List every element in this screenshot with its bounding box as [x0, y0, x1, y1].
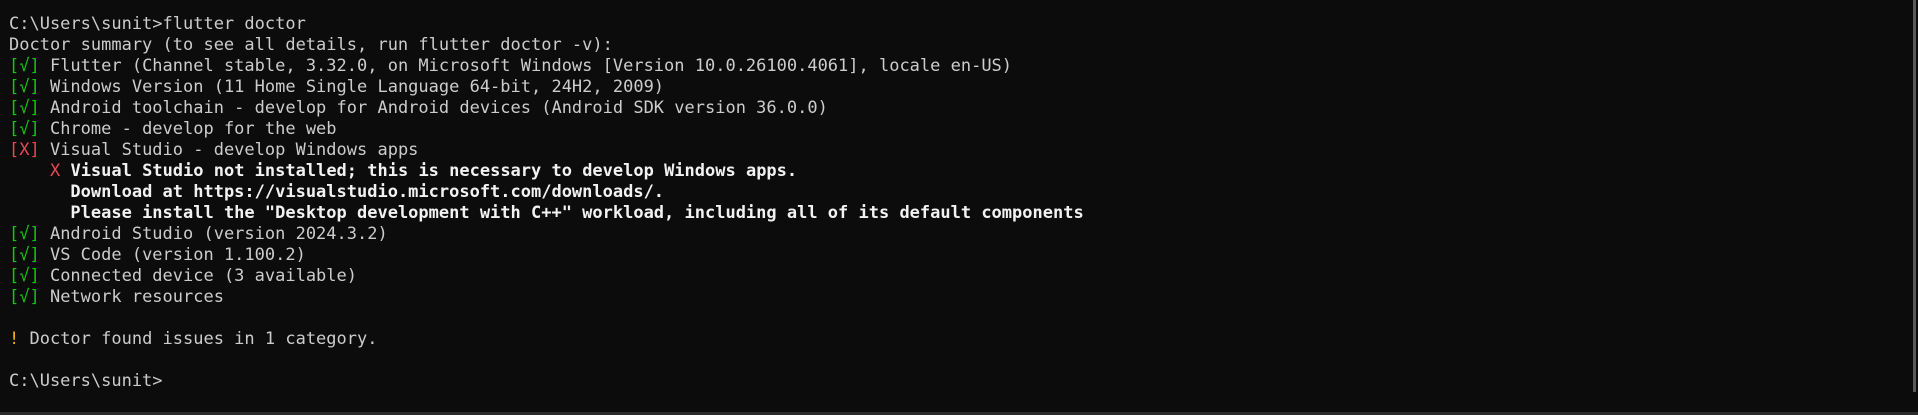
check-text: Connected device (3 available): [39, 266, 357, 286]
check-text: Flutter (Channel stable, 3.32.0, on Micr…: [39, 56, 1013, 76]
terminal-window[interactable]: C:\Users\sunit>flutter doctor Doctor sum…: [0, 0, 1918, 415]
check-text: VS Code (version 1.100.2): [39, 245, 306, 265]
check-text: Android Studio (version 2024.3.2): [39, 224, 388, 244]
check-text: Android toolchain - develop for Android …: [39, 98, 828, 118]
vs-detail-not-installed: X Visual Studio not installed; this is n…: [9, 161, 1918, 182]
check-windows-version: [√] Windows Version (11 Home Single Lang…: [9, 77, 1918, 98]
check-status-ok: [√]: [9, 266, 40, 286]
check-status-ok: [√]: [9, 224, 40, 244]
check-visual-studio: [X] Visual Studio - develop Windows apps: [9, 140, 1918, 161]
error-marker-icon: X: [49, 161, 61, 181]
check-vs-code: [√] VS Code (version 1.100.2): [9, 245, 1918, 266]
issues-text: Doctor found issues in 1 category.: [19, 329, 378, 349]
warning-icon: !: [9, 329, 20, 349]
check-flutter: [√] Flutter (Channel stable, 3.32.0, on …: [9, 56, 1918, 77]
check-text: Visual Studio - develop Windows apps: [39, 140, 419, 160]
check-status-ok: [√]: [9, 119, 40, 139]
command-line: C:\Users\sunit>flutter doctor: [9, 14, 306, 34]
vs-detail-download: Download at https://visualstudio.microso…: [9, 182, 1918, 203]
check-chrome: [√] Chrome - develop for the web: [9, 119, 1918, 140]
check-status-error: [X]: [9, 140, 40, 160]
vertical-scrollbar[interactable]: [1913, 0, 1916, 392]
check-text: Windows Version (11 Home Single Language…: [39, 77, 665, 97]
vs-not-installed-text: Visual Studio not installed; this is nec…: [70, 161, 798, 181]
check-status-ok: [√]: [9, 98, 40, 118]
vs-install-text: Please install the "Desktop development …: [70, 203, 1084, 223]
check-connected-device: [√] Connected device (3 available): [9, 266, 1918, 287]
check-android-studio: [√] Android Studio (version 2024.3.2): [9, 224, 1918, 245]
vs-detail-install: Please install the "Desktop development …: [9, 203, 1918, 224]
check-status-ok: [√]: [9, 287, 40, 307]
check-status-ok: [√]: [9, 56, 40, 76]
issues-summary: ! Doctor found issues in 1 category.: [9, 329, 1918, 350]
check-status-ok: [√]: [9, 245, 40, 265]
check-text: Network resources: [39, 287, 224, 307]
command-prompt[interactable]: C:\Users\sunit>: [9, 371, 1918, 392]
check-status-ok: [√]: [9, 77, 40, 97]
check-network-resources: [√] Network resources: [9, 287, 1918, 308]
doctor-summary: Doctor summary (to see all details, run …: [9, 35, 613, 55]
vs-download-text: Download at https://visualstudio.microso…: [70, 182, 665, 202]
check-text: Chrome - develop for the web: [39, 119, 337, 139]
check-android-toolchain: [√] Android toolchain - develop for Andr…: [9, 98, 1918, 119]
